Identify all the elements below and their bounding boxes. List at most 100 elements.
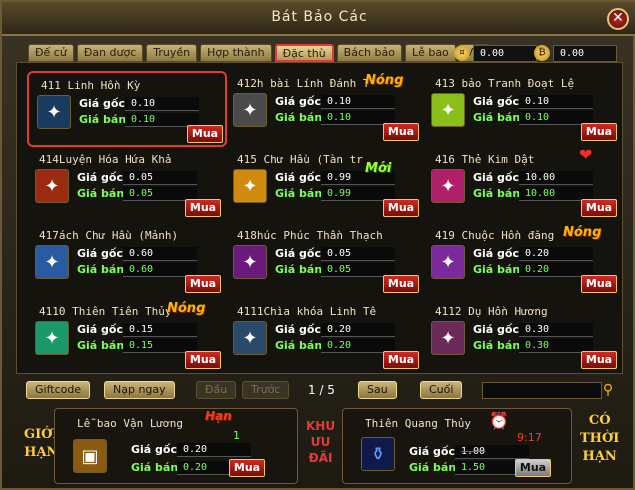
- deal-zone-line2: ƯU: [310, 435, 331, 449]
- item-card[interactable]: 418húc Phúc Thần Thạch ✦ Giá gốc 0.05 Giá bá…: [225, 223, 425, 299]
- sale-price-row: Giá bán 0.05: [77, 187, 197, 201]
- item-card[interactable]: 419 Chuộc Hồn đăng ✦ Giá gốc 0.20 Giá bán 0.2…: [423, 223, 623, 299]
- buy-button[interactable]: Mua: [185, 199, 221, 217]
- deal-zone-line1: KHU: [306, 419, 336, 433]
- timed-side-label-line2: THỜI: [580, 431, 620, 446]
- item-name: 4111Chìa khóa Linh Tê: [237, 305, 377, 318]
- page-indicator: 1 / 5: [308, 383, 335, 397]
- limited-buy-button[interactable]: Mua: [229, 459, 265, 477]
- sale-price-label: Giá bán: [275, 339, 323, 352]
- buy-button[interactable]: Mua: [185, 351, 221, 369]
- buy-button[interactable]: Mua: [383, 199, 419, 217]
- original-price-value: 0.10: [519, 95, 593, 109]
- original-price-label: Giá gốc: [473, 171, 520, 184]
- timed-buy-button[interactable]: Mua: [515, 459, 551, 477]
- sale-price-row: Giá bán 0.10: [275, 111, 395, 125]
- treasure-chest-icon: ▣: [73, 439, 107, 473]
- sale-price-row: Giá bán 0.10: [79, 113, 199, 127]
- original-price-value: 0.30: [519, 323, 593, 337]
- sale-price-label: Giá bán: [275, 187, 323, 200]
- original-price-row: Giá gốc 0.10: [79, 97, 199, 111]
- buy-button[interactable]: Mua: [581, 123, 617, 141]
- buy-button[interactable]: Mua: [383, 123, 419, 141]
- item-card[interactable]: 4111Chìa khóa Linh Tê ✦ Giá gốc 0.20 Giá bán…: [225, 299, 425, 375]
- original-price-value: 0.10: [125, 97, 199, 111]
- original-price-label: Giá gốc: [275, 171, 322, 184]
- tab-6[interactable]: Lễ bao: [404, 44, 456, 62]
- sale-price-label: Giá bán: [77, 339, 125, 352]
- tab-3[interactable]: Hợp thành: [200, 44, 272, 62]
- original-price-row: Giá gốc 0.20: [473, 247, 593, 261]
- original-price-label: Giá gốc: [409, 445, 456, 458]
- buy-button[interactable]: Mua: [581, 351, 617, 369]
- sale-price-label: Giá bán: [131, 461, 179, 474]
- item-card[interactable]: 412h bài Lính Đánh T ✦ Giá gốc 0.10 Giá bán 0…: [225, 71, 425, 147]
- sale-price-row: Giá bán 0.10: [473, 111, 593, 125]
- item-badge: Mới: [365, 161, 392, 176]
- last-page-button[interactable]: Cuối: [420, 381, 463, 399]
- buy-button[interactable]: Mua: [383, 351, 419, 369]
- window-title: Bát Bảo Các: [271, 9, 368, 25]
- sale-price-label: Giá bán: [79, 113, 127, 126]
- tab-5[interactable]: Bách bảo: [336, 44, 402, 62]
- sale-price-row: Giá bán 0.05: [275, 263, 395, 277]
- original-price-row: Giá gốc 0.20: [275, 323, 395, 337]
- tab-1[interactable]: Đan dược: [76, 44, 144, 62]
- search-input[interactable]: [482, 382, 602, 399]
- item-card[interactable]: 415 Chư Hầu (Tàn tr ✦ Giá gốc 0.99 Giá bán 0.…: [225, 147, 425, 223]
- timed-original-row: Giá gốc 1.00: [409, 445, 529, 459]
- ingot-value: 0.00: [553, 44, 617, 62]
- timed-offer-panel: Thiên Quang Thủy ⏰ 9:17 ⚱ Giá gốc 1.00 G…: [342, 408, 572, 484]
- original-price-value: 0.10: [321, 95, 395, 109]
- original-price-label: Giá gốc: [77, 247, 124, 260]
- heart-icon: ❤: [579, 145, 593, 164]
- original-price-row: Giá gốc 0.30: [473, 323, 593, 337]
- item-card[interactable]: 411 Linh Hồn Kỳ ✦ Giá gốc 0.10 Giá bán 0.10 Mu…: [27, 71, 227, 147]
- buy-button[interactable]: Mua: [581, 275, 617, 293]
- original-price-value: 0.05: [123, 171, 197, 185]
- sale-price-label: Giá bán: [473, 263, 521, 276]
- original-price-value: 0.05: [321, 247, 395, 261]
- deal-zone-line3: ĐÃI: [308, 451, 333, 465]
- buy-button[interactable]: Mua: [185, 275, 221, 293]
- item-badge: Nóng: [167, 301, 206, 316]
- giftcode-button[interactable]: Giftcode: [26, 381, 91, 399]
- original-price-row: Giá gốc 0.10: [473, 95, 593, 109]
- item-card[interactable]: 414Luyện Hóa Hứa Khả ✦ Giá gốc 0.05 Giá bán 0…: [27, 147, 227, 223]
- gold-balance: ¤ 0.00: [454, 44, 537, 62]
- buy-button[interactable]: Mua: [581, 199, 617, 217]
- tab-2[interactable]: Truyền: [146, 44, 198, 62]
- next-page-button[interactable]: Sau: [358, 381, 397, 399]
- first-page-button[interactable]: Đầu: [196, 381, 237, 399]
- search-icon[interactable]: ⚲: [599, 381, 617, 399]
- recharge-button[interactable]: Nạp ngay: [104, 381, 175, 399]
- item-card[interactable]: 416 Thẻ Kim Dật ✦ Giá gốc 10.00 Giá bán 10.00…: [423, 145, 623, 223]
- fragment-icon: ✦: [35, 245, 69, 279]
- item-name: 417ách Chư Hầu (Mảnh): [39, 229, 179, 242]
- original-price-label: Giá gốc: [473, 323, 520, 336]
- buy-button[interactable]: Mua: [187, 125, 223, 143]
- buy-button[interactable]: Mua: [383, 275, 419, 293]
- sale-price-label: Giá bán: [473, 111, 521, 124]
- shop-window: Bát Bảo Các ✕ Đế cử Đan dược Truyền Hợp thà…: [0, 0, 635, 490]
- prev-page-button[interactable]: Trước: [242, 381, 290, 399]
- item-card[interactable]: 4112 Dụ Hồn Hương ✦ Giá gốc 0.30 Giá bán 0.30…: [423, 299, 623, 375]
- tab-0[interactable]: Đế cử: [28, 44, 74, 62]
- deal-zone-label: KHU ƯU ĐÃI: [306, 418, 335, 466]
- item-card[interactable]: 417ách Chư Hầu (Mảnh) ✦ Giá gốc 0.60 Giá bán…: [27, 223, 227, 299]
- tab-4[interactable]: Đặc thù: [274, 44, 334, 62]
- item-card[interactable]: 4110 Thiên Tiên Thủy ✦ Giá gốc 0.15 Giá bán 0…: [27, 299, 227, 375]
- item-name: 413 bảo Tranh Đoạt Lệ: [435, 77, 575, 90]
- potion-bottle-icon: ⚱: [361, 437, 395, 471]
- category-tabs: Đế cử Đan dược Truyền Hợp thành Đặc thù Bách …: [28, 44, 491, 62]
- original-price-label: Giá gốc: [275, 323, 322, 336]
- item-name: 4112 Dụ Hồn Hương: [435, 305, 548, 318]
- item-card[interactable]: 413 bảo Tranh Đoạt Lệ ✦ Giá gốc 0.10 Giá bán…: [423, 71, 623, 147]
- promo-area: GIỚI HẠN Lễ bao Vận Lương Hạn 1 ▣ Giá gố…: [16, 406, 623, 486]
- original-price-label: Giá gốc: [79, 97, 126, 110]
- blessing-stone-icon: ✦: [233, 245, 267, 279]
- sale-price-label: Giá bán: [77, 263, 125, 276]
- sale-price-row: Giá bán 0.20: [275, 339, 395, 353]
- original-price-value: 10.00: [519, 171, 593, 185]
- close-button[interactable]: ✕: [607, 8, 629, 30]
